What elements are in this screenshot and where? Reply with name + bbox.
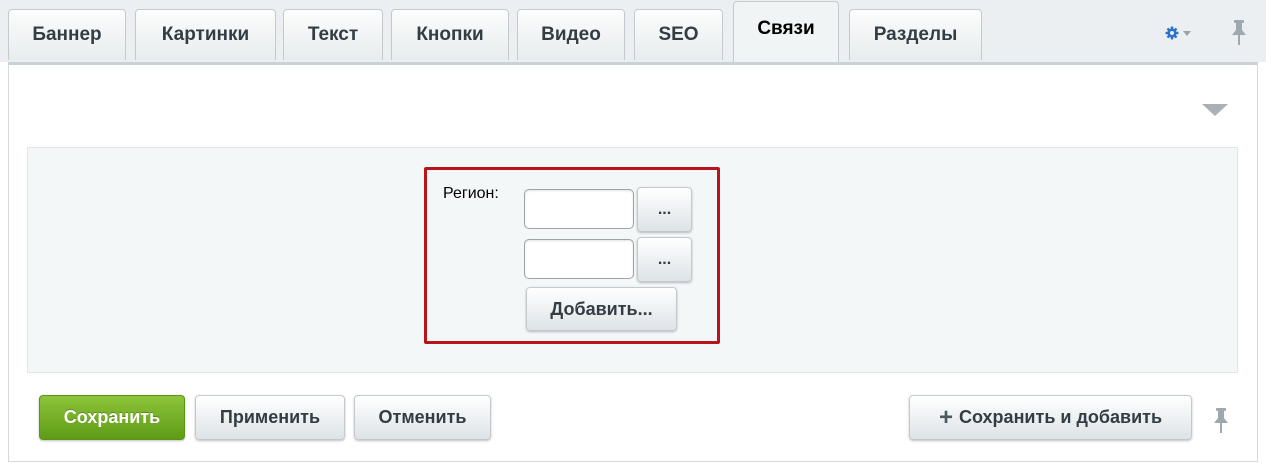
save-button[interactable]: Сохранить [39, 395, 185, 440]
tab-banner[interactable]: Баннер [8, 9, 126, 60]
gear-icon [1165, 26, 1179, 40]
button-label: ... [657, 250, 672, 268]
triangle-down-icon[interactable] [1202, 104, 1228, 116]
tab-label: Картинки [161, 24, 250, 45]
tab-label: Текст [307, 24, 359, 45]
region-browse-button-1[interactable]: ... [637, 187, 692, 232]
plus-icon: + [938, 403, 953, 431]
button-label: Сохранить [63, 407, 161, 427]
region-input-2[interactable] [524, 239, 634, 279]
tab-label: Кнопки [416, 24, 484, 45]
button-label: Добавить... [550, 298, 653, 319]
tab-label: Связи [757, 17, 815, 39]
region-browse-button-2[interactable]: ... [637, 237, 692, 282]
chevron-down-icon [1183, 30, 1191, 36]
tab-seo[interactable]: SEO [634, 9, 723, 60]
tab-images[interactable]: Картинки [135, 9, 276, 60]
cancel-button[interactable]: Отменить [354, 395, 491, 440]
button-label: Сохранить и добавить [959, 407, 1163, 427]
button-label: ... [657, 200, 672, 218]
tab-label: Разделы [873, 24, 958, 45]
save-and-add-button[interactable]: + Сохранить и добавить [909, 395, 1192, 440]
tab-links[interactable]: Связи [733, 1, 839, 63]
region-label: Регион: [443, 185, 499, 202]
region-input-1[interactable] [524, 189, 634, 229]
tab-text[interactable]: Текст [283, 9, 383, 60]
tab-label: Видео [541, 24, 601, 45]
button-label: Применить [219, 407, 321, 427]
tab-sections[interactable]: Разделы [849, 9, 982, 60]
pin-icon[interactable] [1229, 19, 1249, 47]
apply-button[interactable]: Применить [195, 395, 345, 440]
pin-icon[interactable] [1212, 407, 1230, 435]
tab-buttons[interactable]: Кнопки [391, 9, 509, 60]
tab-bar: Баннер Картинки Текст Кнопки Видео SEO С… [0, 0, 1266, 63]
settings-menu-button[interactable] [1165, 21, 1191, 45]
tab-video[interactable]: Видео [517, 9, 625, 60]
add-region-button[interactable]: Добавить... [526, 287, 677, 331]
tab-label: SEO [658, 24, 699, 45]
tab-label: Баннер [32, 24, 102, 45]
button-label: Отменить [378, 407, 467, 427]
